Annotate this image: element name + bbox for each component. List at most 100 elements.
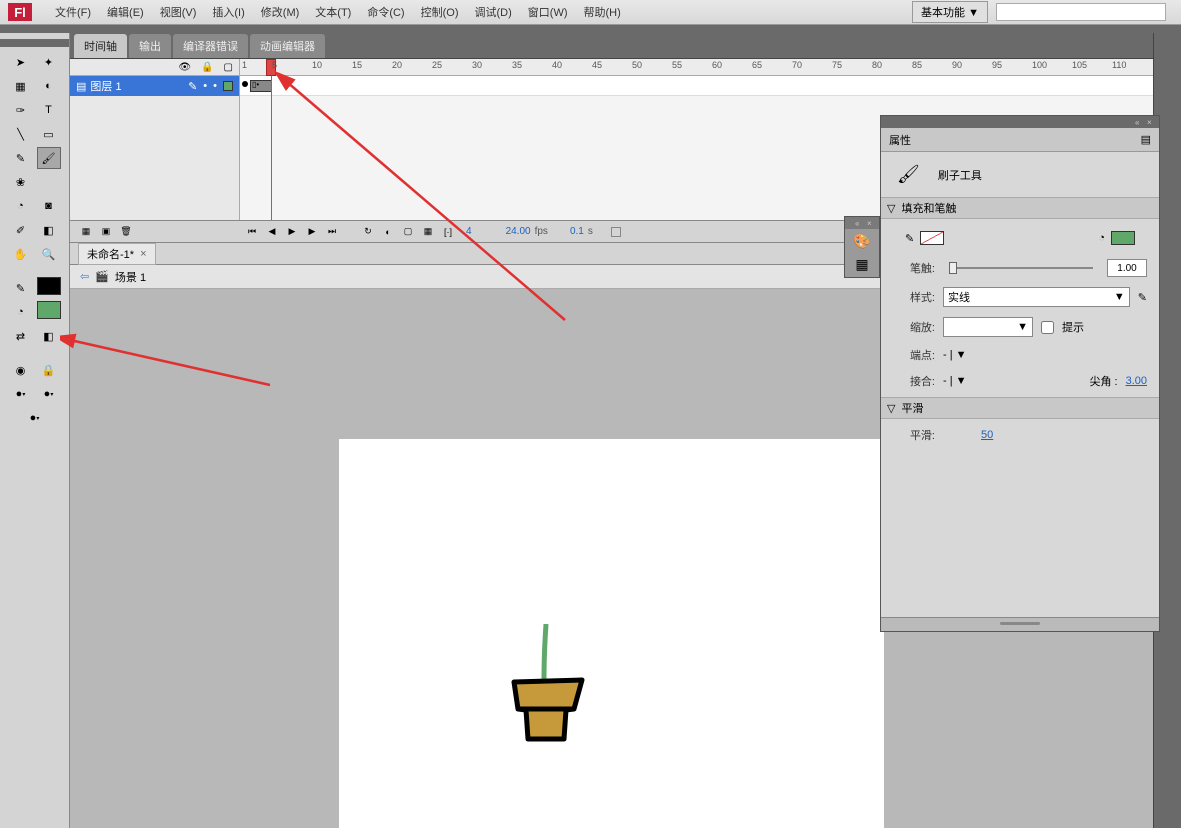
rectangle-tool[interactable]: ▭	[37, 123, 61, 145]
search-input[interactable]	[996, 3, 1166, 21]
document-tab[interactable]: 未命名-1* ×	[78, 243, 156, 265]
loop-button[interactable]: ↻	[360, 224, 376, 240]
text-tool[interactable]: T	[37, 99, 61, 121]
menu-edit[interactable]: 编辑(E)	[99, 4, 152, 20]
menu-file[interactable]: 文件(F)	[47, 4, 99, 20]
option-a[interactable]: ◉	[9, 359, 33, 381]
mini-close-icon[interactable]: ×	[867, 219, 877, 227]
outline-icon[interactable]: ▢	[224, 62, 233, 73]
properties-title: 属性	[889, 132, 911, 148]
step-back-button[interactable]: ◀	[264, 224, 280, 240]
lock-icon[interactable]: 🔒	[201, 62, 213, 73]
join-value[interactable]: - | ▼	[943, 375, 967, 387]
chevron-down-icon: ▽	[887, 202, 895, 215]
subselection-tool[interactable]: ✦	[37, 51, 61, 73]
pen-tool[interactable]: ✑	[9, 99, 33, 121]
props-collapse-icon[interactable]: «	[1135, 118, 1145, 126]
swatches-mini-panel[interactable]: « × 🎨 ▦	[844, 216, 880, 278]
option-lock[interactable]: 🔒	[37, 359, 61, 381]
deco-tool[interactable]: ❀	[9, 171, 33, 193]
back-arrow-icon[interactable]: ⇦	[80, 270, 89, 283]
props-resize-handle[interactable]	[881, 617, 1159, 631]
brush-mode[interactable]: ●▾	[23, 407, 47, 429]
section-fill-stroke[interactable]: ▽ 填充和笔触	[881, 197, 1159, 219]
miter-value[interactable]: 3.00	[1126, 375, 1147, 387]
zoom-tool[interactable]: 🔍	[37, 243, 61, 265]
hint-checkbox[interactable]	[1041, 321, 1054, 334]
menu-modify[interactable]: 修改(M)	[253, 4, 308, 20]
line-tool[interactable]: ╲	[9, 123, 33, 145]
timeline-extra-icon[interactable]	[611, 227, 621, 237]
onion-outline-button[interactable]: ▢	[400, 224, 416, 240]
delete-layer-button[interactable]: 🗑	[118, 224, 134, 240]
layer-dot2[interactable]: •	[213, 80, 217, 92]
menu-insert[interactable]: 插入(I)	[204, 4, 252, 20]
paint-bucket-tool[interactable]: ◔	[9, 195, 33, 217]
stroke-color-swatch[interactable]	[37, 277, 61, 295]
stroke-width-input[interactable]	[1107, 259, 1147, 277]
color-palette-icon[interactable]: 🎨	[853, 233, 870, 250]
section-smooth-label: 平滑	[901, 400, 923, 416]
tab-output[interactable]: 输出	[129, 34, 171, 58]
tab-motion-editor[interactable]: 动画编辑器	[250, 34, 325, 58]
drawing-plant	[504, 624, 624, 764]
menu-view[interactable]: 视图(V)	[152, 4, 205, 20]
ink-bottle-tool[interactable]: ◙	[37, 195, 61, 217]
modify-markers-button[interactable]: [·]	[440, 224, 456, 240]
workspace-switcher[interactable]: 基本功能 ▼	[912, 1, 988, 23]
tab-timeline[interactable]: 时间轴	[74, 34, 127, 58]
free-transform-tool[interactable]: ▦	[9, 75, 33, 97]
fill-color-swatch[interactable]	[37, 301, 61, 319]
panel-menu-icon[interactable]: ▤	[1141, 133, 1151, 146]
end-button[interactable]: ⏭	[324, 224, 340, 240]
menu-debug[interactable]: 调试(D)	[467, 4, 520, 20]
eraser-tool[interactable]: ◧	[37, 219, 61, 241]
menu-help[interactable]: 帮助(H)	[576, 4, 629, 20]
section-smooth[interactable]: ▽ 平滑	[881, 397, 1159, 419]
layer-outline-color[interactable]	[223, 81, 233, 91]
scale-dropdown[interactable]: ▼	[943, 317, 1033, 337]
layer-dot1[interactable]: •	[203, 80, 207, 92]
brush-shape[interactable]: ●▾	[37, 383, 61, 405]
fill-color-value[interactable]	[1111, 231, 1135, 245]
props-close-icon[interactable]: ×	[1147, 118, 1157, 126]
layer-row[interactable]: ▤ 图层 1 ✎ • •	[70, 76, 239, 96]
eye-icon[interactable]: 👁	[178, 62, 191, 73]
edit-multiple-button[interactable]: ▦	[420, 224, 436, 240]
brush-size[interactable]: ●▾	[9, 383, 33, 405]
hand-tool[interactable]: ✋	[9, 243, 33, 265]
rewind-button[interactable]: ⏮	[244, 224, 260, 240]
close-icon[interactable]: ×	[140, 248, 146, 260]
swap-colors[interactable]: ⇄	[9, 325, 33, 347]
step-forward-button[interactable]: ▶	[304, 224, 320, 240]
stroke-color-value[interactable]	[920, 231, 944, 245]
stage[interactable]	[339, 439, 884, 828]
stroke-width-slider[interactable]	[949, 267, 1093, 269]
menu-window[interactable]: 窗口(W)	[520, 4, 576, 20]
tab-compiler-errors[interactable]: 编译器错误	[173, 34, 248, 58]
edit-style-icon[interactable]: ✎	[1138, 291, 1147, 304]
brush-tool[interactable]: 🖌	[37, 147, 61, 169]
default-colors[interactable]: ◧	[37, 325, 61, 347]
bone-tool[interactable]	[37, 171, 61, 193]
smooth-value[interactable]: 50	[981, 429, 993, 441]
new-folder-button[interactable]: ▣	[98, 224, 114, 240]
selection-tool[interactable]: ➤	[9, 51, 33, 73]
onion-skin-button[interactable]: ◐	[380, 224, 396, 240]
mini-collapse-icon[interactable]: «	[855, 219, 865, 227]
menu-control[interactable]: 控制(O)	[413, 4, 467, 20]
timeline-ruler[interactable]: 👁 🔒 ▢ 1510152025303540455055606570758085…	[70, 59, 1153, 76]
menu-text[interactable]: 文本(T)	[307, 4, 359, 20]
pencil-tool[interactable]: ✎	[9, 147, 33, 169]
menu-command[interactable]: 命令(C)	[359, 4, 412, 20]
new-layer-button[interactable]: ▦	[78, 224, 94, 240]
fps-unit: fps	[535, 226, 548, 237]
cap-value[interactable]: - | ▼	[943, 349, 967, 361]
fps-value[interactable]: 24.00	[506, 226, 531, 237]
toolbox-handle[interactable]	[0, 39, 69, 47]
style-dropdown[interactable]: 实线▼	[943, 287, 1130, 307]
lasso-tool[interactable]: ◐	[37, 75, 61, 97]
swatches-grid-icon[interactable]: ▦	[855, 256, 868, 273]
eyedropper-tool[interactable]: ✐	[9, 219, 33, 241]
play-button[interactable]: ▶	[284, 224, 300, 240]
